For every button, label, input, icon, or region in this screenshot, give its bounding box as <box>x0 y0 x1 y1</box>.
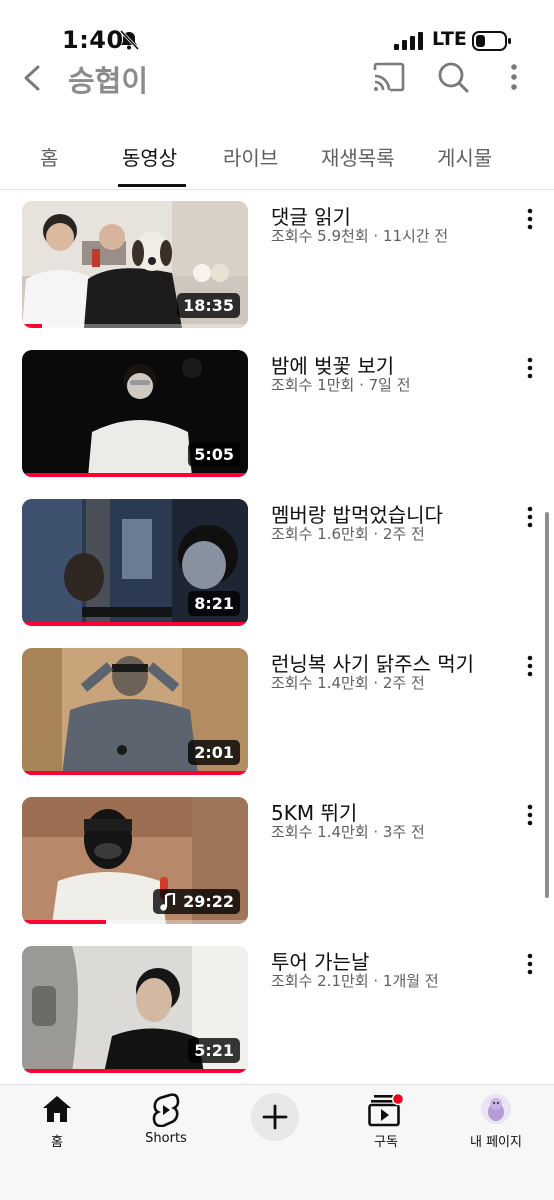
video-item[interactable]: 5:05 밤에 벚꽃 보기 조회수 1만회 · 7일 전 <box>0 350 554 480</box>
video-duration: 8:21 <box>188 591 240 616</box>
status-bar: 1:40 LTE <box>0 0 554 60</box>
video-meta: 조회수 1만회 · 7일 전 <box>271 376 411 394</box>
nav-home[interactable]: 홈 <box>12 1093 102 1153</box>
video-item[interactable]: 5:21 투어 가는날 조회수 2.1만회 · 1개월 전 <box>0 946 554 1076</box>
watch-progress-bar <box>22 622 248 626</box>
nav-home-label: 홈 <box>51 1135 63 1150</box>
nav-my-page[interactable]: 내 페이지 <box>451 1093 541 1153</box>
tab-posts[interactable]: 게시물 <box>437 142 492 171</box>
watch-progress-bar <box>22 1069 248 1073</box>
signal-icon <box>394 32 423 50</box>
create-button[interactable] <box>251 1093 299 1141</box>
video-item[interactable]: 29:22 5KM 뛰기 조회수 1.4만회 · 3주 전 <box>0 797 554 927</box>
avatar <box>481 1094 511 1124</box>
video-item[interactable]: 2:01 런닝복 사기 닭주스 먹기 조회수 1.4만회 · 2주 전 <box>0 648 554 778</box>
video-thumbnail[interactable]: 8:21 <box>22 499 248 626</box>
video-more-icon[interactable] <box>524 207 536 231</box>
video-meta: 조회수 5.9천회 · 11시간 전 <box>271 227 449 245</box>
shorts-icon <box>152 1093 180 1127</box>
video-item[interactable]: 18:35 댓글 읽기 조회수 5.9천회 · 11시간 전 <box>0 201 554 331</box>
bell-muted-icon <box>119 30 140 50</box>
watch-progress-bar <box>22 920 106 924</box>
nav-subscriptions-label: 구독 <box>374 1135 398 1150</box>
video-item[interactable]: 8:21 멤버랑 밥먹었습니다 조회수 1.6만회 · 2주 전 <box>0 499 554 629</box>
video-more-icon[interactable] <box>524 803 536 827</box>
watch-progress-bar <box>22 324 43 328</box>
home-icon <box>43 1096 71 1122</box>
video-thumbnail[interactable]: 18:35 <box>22 201 248 328</box>
tab-playlists[interactable]: 재생목록 <box>321 142 395 171</box>
search-icon[interactable] <box>436 60 470 94</box>
video-duration: 5:05 <box>188 442 240 467</box>
duration-text: 5:21 <box>194 1041 234 1060</box>
more-options-icon[interactable] <box>508 62 520 92</box>
video-more-icon[interactable] <box>524 952 536 976</box>
tab-home[interactable]: 홈 <box>40 142 58 171</box>
watch-progress-bar <box>22 473 248 477</box>
channel-title: 승협이 <box>68 64 149 98</box>
video-meta: 조회수 1.6만회 · 2주 전 <box>271 525 425 543</box>
video-meta: 조회수 1.4만회 · 2주 전 <box>271 674 425 692</box>
video-more-icon[interactable] <box>524 356 536 380</box>
bottom-navigation: 홈 Shorts 구독 내 페이지 <box>0 1084 554 1200</box>
back-arrow-icon[interactable] <box>20 64 44 92</box>
nav-shorts-label: Shorts <box>145 1131 187 1146</box>
tab-live[interactable]: 라이브 <box>223 142 278 171</box>
cast-icon[interactable] <box>372 62 406 92</box>
video-thumbnail[interactable]: 29:22 <box>22 797 248 924</box>
duration-text: 2:01 <box>194 743 234 762</box>
channel-header: 승협이 <box>0 56 554 100</box>
duration-text: 8:21 <box>194 594 234 613</box>
video-meta: 조회수 2.1만회 · 1개월 전 <box>271 972 439 990</box>
watch-progress-bar <box>22 771 248 775</box>
video-thumbnail[interactable]: 2:01 <box>22 648 248 775</box>
duration-text: 18:35 <box>183 296 234 315</box>
active-tab-indicator <box>118 184 186 187</box>
status-time: 1:40 <box>62 26 124 54</box>
scrollbar[interactable] <box>545 512 549 898</box>
video-duration: 2:01 <box>188 740 240 765</box>
video-meta: 조회수 1.4만회 · 3주 전 <box>271 823 425 841</box>
duration-text: 29:22 <box>183 892 234 911</box>
subscriptions-icon <box>368 1093 404 1127</box>
plus-icon <box>262 1104 288 1130</box>
channel-tabs: 홈 동영상 라이브 재생목록 게시물 <box>0 130 554 190</box>
video-thumbnail[interactable]: 5:21 <box>22 946 248 1073</box>
video-duration: 29:22 <box>153 889 240 914</box>
duration-text: 5:05 <box>194 445 234 464</box>
music-note-icon <box>160 892 176 911</box>
network-type: LTE <box>432 28 467 50</box>
video-thumbnail[interactable]: 5:05 <box>22 350 248 477</box>
nav-shorts[interactable]: Shorts <box>121 1093 211 1153</box>
video-duration: 5:21 <box>188 1038 240 1063</box>
video-more-icon[interactable] <box>524 654 536 678</box>
battery-icon <box>472 31 511 51</box>
nav-subscriptions[interactable]: 구독 <box>341 1093 431 1153</box>
nav-my-page-label: 내 페이지 <box>470 1135 522 1150</box>
tab-videos[interactable]: 동영상 <box>122 142 177 171</box>
video-duration: 18:35 <box>177 293 240 318</box>
watch-progress-track <box>22 324 248 328</box>
video-more-icon[interactable] <box>524 505 536 529</box>
